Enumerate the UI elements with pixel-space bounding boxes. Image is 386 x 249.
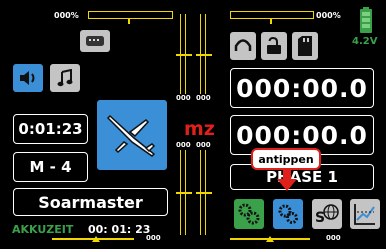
service-button[interactable]: S [312, 199, 342, 229]
trim-top-left-bar [88, 11, 173, 19]
trim-left-vertical-value-a: 000 [176, 94, 191, 102]
trim-top-left-percent: 000% [54, 11, 79, 20]
trim-top-left-marker [128, 18, 130, 24]
battery-voltage: 4.2V [352, 36, 378, 47]
sd-card-icon [298, 36, 312, 56]
sound-button[interactable] [13, 64, 43, 92]
trim-left-vertical-2 [196, 14, 212, 94]
headphones-button[interactable] [230, 32, 256, 60]
system-settings-button[interactable] [234, 199, 264, 229]
tap-callout-text: antippen [258, 152, 314, 166]
headphones-icon [234, 39, 252, 51]
gears-fine-icon [278, 204, 298, 224]
model-settings-button[interactable] [273, 199, 303, 229]
music-note-icon [57, 69, 73, 87]
lock-button[interactable] [261, 32, 287, 60]
stopwatch-display[interactable]: 0:01:23 [13, 114, 88, 144]
glider-icon [106, 114, 156, 157]
tap-callout: antippen [251, 148, 321, 170]
keyboard-icon [86, 36, 104, 46]
flight-timer-display[interactable]: 000:00.0 [230, 68, 374, 108]
modulation-label: mz [184, 118, 215, 140]
trim-right-vertical-value-b: 000 [196, 141, 211, 149]
callout-arrow-icon [277, 168, 297, 191]
music-button[interactable] [50, 64, 80, 92]
trim-top-right-marker [270, 18, 272, 24]
battery-icon [360, 7, 372, 33]
trim-right-vertical-2 [196, 150, 212, 235]
model-type-button[interactable] [97, 100, 167, 170]
keyboard-button[interactable] [80, 30, 110, 52]
trim-left-vertical-1 [176, 14, 192, 94]
trim-top-right-bar [230, 11, 314, 19]
sd-card-button[interactable] [292, 32, 318, 60]
trim-bottom-left-marker [92, 236, 100, 242]
graph-icon [354, 204, 375, 225]
gears-icon [238, 203, 260, 225]
globe-s-icon: S [315, 204, 339, 226]
akku-time-value: 00: 01: 23 [88, 223, 151, 236]
telemetry-button[interactable] [350, 199, 380, 229]
trim-top-right-percent: 000% [316, 11, 341, 20]
akku-time-label: AKKUZEIT [12, 223, 74, 236]
model-memory-display[interactable]: M - 4 [13, 152, 88, 182]
trim-bottom-right-value: 000 [326, 234, 341, 242]
trim-left-vertical-value-b: 000 [196, 94, 211, 102]
lock-icon [267, 37, 281, 54]
trim-right-vertical-1 [176, 150, 192, 235]
speaker-icon [20, 71, 35, 85]
model-name-display[interactable]: Soarmaster [13, 188, 168, 216]
trim-right-vertical-value-a: 000 [176, 141, 191, 149]
trim-bottom-right-marker [266, 236, 274, 242]
